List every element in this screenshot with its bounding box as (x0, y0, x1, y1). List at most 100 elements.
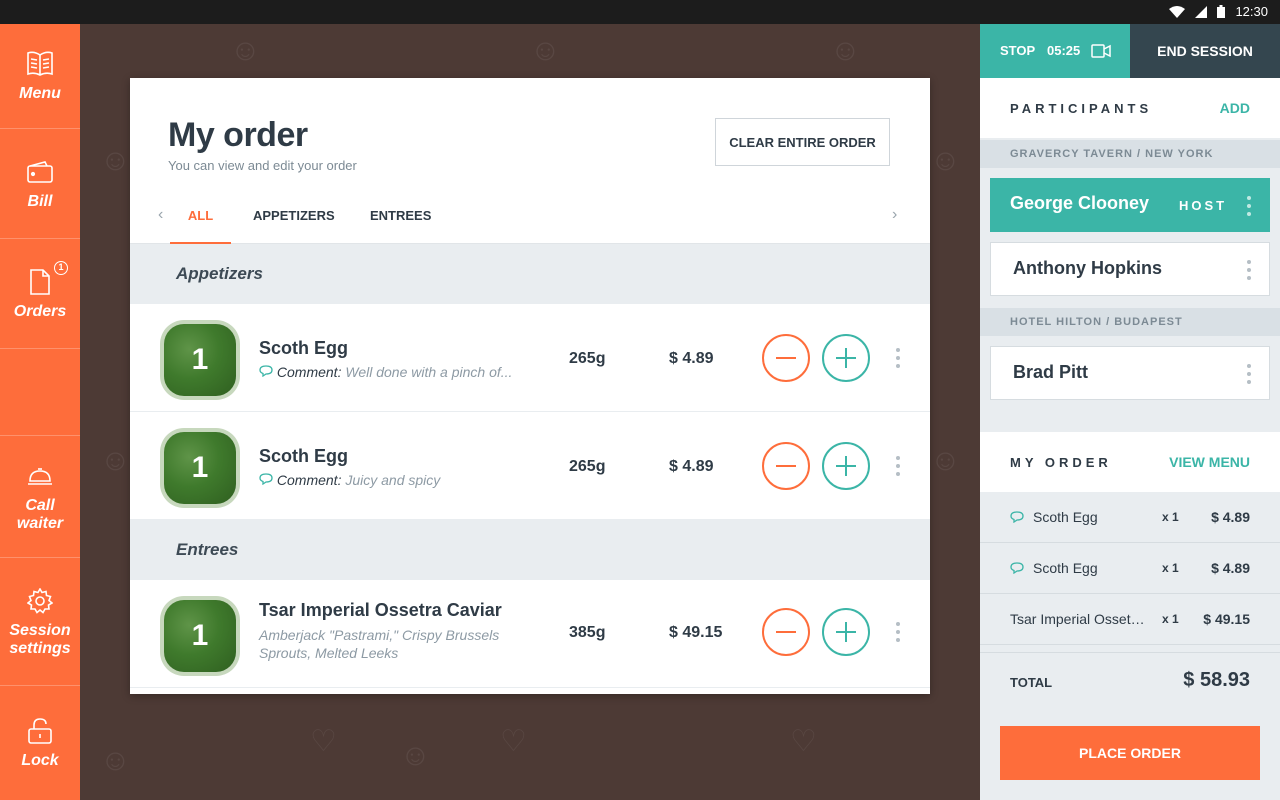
gear-icon (27, 586, 53, 616)
order-total: TOTAL $ 58.93 (980, 652, 1280, 712)
participant-name: Brad Pitt (1013, 362, 1089, 382)
comment-icon (1010, 561, 1024, 577)
chevron-right-icon[interactable]: › (892, 206, 897, 224)
category-tabs: ‹ ALL APPETIZERS ENTREES › (130, 196, 930, 244)
section-header: Appetizers (130, 244, 930, 304)
item-price: $ 4.89 (669, 458, 714, 475)
add-participant-button[interactable]: ADD (1220, 100, 1250, 116)
item-weight: 265g (569, 350, 606, 367)
page-title: My order (168, 116, 308, 154)
stop-session-timer[interactable]: STOP 05:25 (980, 24, 1130, 78)
item-comment: Comment: Well done with a pinch of... (259, 364, 512, 380)
clear-order-button[interactable]: CLEAR ENTIRE ORDER (715, 118, 890, 166)
item-price: $ 4.89 (669, 350, 714, 367)
plus-icon (836, 622, 856, 642)
participant[interactable]: Anthony Hopkins (990, 242, 1270, 296)
sidebar-item-label: Session settings (9, 621, 71, 657)
minus-icon (776, 631, 796, 633)
sidebar-item-label: Lock (21, 752, 59, 769)
clock-time: 12:30 (1235, 4, 1268, 19)
end-session-button[interactable]: END SESSION (1130, 24, 1280, 78)
comment-label: Comment: (276, 364, 342, 380)
video-camera-icon (1091, 44, 1111, 61)
line-item-qty: x 1 (1162, 561, 1179, 575)
sidebar-item-bill[interactable]: Bill (0, 129, 80, 239)
participant-more-options-icon[interactable] (1243, 364, 1255, 384)
orders-count-badge: 1 (54, 260, 68, 275)
participants-title: PARTICIPANTS (1010, 101, 1153, 116)
sidebar-item-menu[interactable]: Menu (0, 24, 80, 129)
section-header: Entrees (130, 520, 930, 580)
increase-quantity-button[interactable] (822, 442, 870, 490)
host-badge: HOST (1179, 198, 1228, 213)
status-bar: 12:30 (0, 0, 1280, 24)
wifi-icon (1169, 5, 1186, 18)
line-item-name: Scoth Egg (1033, 560, 1098, 576)
comment-text: Well done with a pinch of... (345, 364, 513, 380)
sidebar-item-label: Menu (19, 85, 61, 102)
my-order-title: MY ORDER (1010, 455, 1112, 470)
chevron-left-icon[interactable]: ‹ (158, 206, 163, 224)
comment-icon (1010, 510, 1024, 526)
item-price: $ 49.15 (669, 624, 723, 641)
sidebar-item-lock[interactable]: Lock (0, 686, 80, 800)
sidebar-item-call-waiter[interactable]: Call waiter (0, 436, 80, 558)
stop-label: STOP (1000, 43, 1036, 58)
item-name: Tsar Imperial Ossetra Caviar (259, 600, 502, 620)
comment-label: Comment: (276, 472, 342, 488)
order-summary-line: Scoth Egg x 1 $ 4.89 (980, 492, 1280, 543)
decrease-quantity-button[interactable] (762, 442, 810, 490)
item-thumbnail: 1 (160, 596, 240, 676)
item-weight: 385g (569, 624, 606, 641)
item-name: Scoth Egg (259, 446, 348, 466)
order-summary-line: Tsar Imperial Ossetra Caviar x 1 $ 49.15 (980, 594, 1280, 645)
decrease-quantity-button[interactable] (762, 608, 810, 656)
comment-icon (259, 472, 273, 488)
line-item-qty: x 1 (1162, 612, 1179, 626)
increase-quantity-button[interactable] (822, 608, 870, 656)
tab-all[interactable]: ALL (170, 208, 231, 244)
section-title: Appetizers (176, 264, 263, 283)
total-value: $ 58.93 (1183, 669, 1250, 691)
item-quantity: 1 (164, 432, 236, 504)
participant-more-options-icon[interactable] (1243, 196, 1255, 216)
order-card: My order You can view and edit your orde… (130, 78, 930, 694)
line-item-qty: x 1 (1162, 510, 1179, 524)
padlock-icon (28, 716, 52, 746)
service-bell-icon (27, 461, 53, 491)
item-thumbnail: 1 (160, 428, 240, 508)
session-timer: 05:25 (1047, 43, 1081, 58)
item-weight: 265g (569, 458, 606, 475)
tab-entrees[interactable]: ENTREES (370, 208, 431, 244)
total-label: TOTAL (1010, 675, 1053, 690)
item-quantity: 1 (164, 600, 236, 672)
item-more-options-icon[interactable] (892, 348, 904, 368)
comment-icon (259, 364, 273, 380)
my-order-header: MY ORDER VIEW MENU (980, 432, 1280, 492)
participant-more-options-icon[interactable] (1243, 260, 1255, 280)
participant[interactable]: Brad Pitt (990, 346, 1270, 400)
view-menu-link[interactable]: VIEW MENU (1169, 454, 1250, 470)
wallet-icon (27, 157, 53, 187)
decrease-quantity-button[interactable] (762, 334, 810, 382)
order-summary-line: Scoth Egg x 1 $ 4.89 (980, 543, 1280, 594)
sidebar-item-label: Orders (13, 302, 67, 320)
line-item-price: $ 49.15 (1203, 611, 1250, 627)
sidebar-item-session-settings[interactable]: Session settings (0, 558, 80, 686)
participant-host[interactable]: George Clooney HOST (990, 178, 1270, 232)
battery-icon (1217, 5, 1226, 18)
order-item-row: 1 Scoth Egg Comment: Juicy and spicy 265… (130, 412, 930, 520)
order-item-row: 1 Scoth Egg Comment: Well done with a pi… (130, 304, 930, 412)
sidebar-item-orders[interactable]: 1 Orders (0, 239, 80, 349)
increase-quantity-button[interactable] (822, 334, 870, 382)
item-more-options-icon[interactable] (892, 622, 904, 642)
sidebar-item-label: Bill (27, 192, 53, 210)
item-more-options-icon[interactable] (892, 456, 904, 476)
minus-icon (776, 357, 796, 359)
venue-label: GRAVERCY TAVERN / NEW YORK (980, 140, 1280, 168)
section-title: Entrees (176, 540, 239, 559)
line-item-price: $ 4.89 (1211, 560, 1250, 576)
sidebar: Menu Bill 1 Orders Call waiter Session s… (0, 24, 80, 800)
place-order-button[interactable]: PLACE ORDER (1000, 726, 1260, 780)
tab-appetizers[interactable]: APPETIZERS (253, 208, 335, 244)
